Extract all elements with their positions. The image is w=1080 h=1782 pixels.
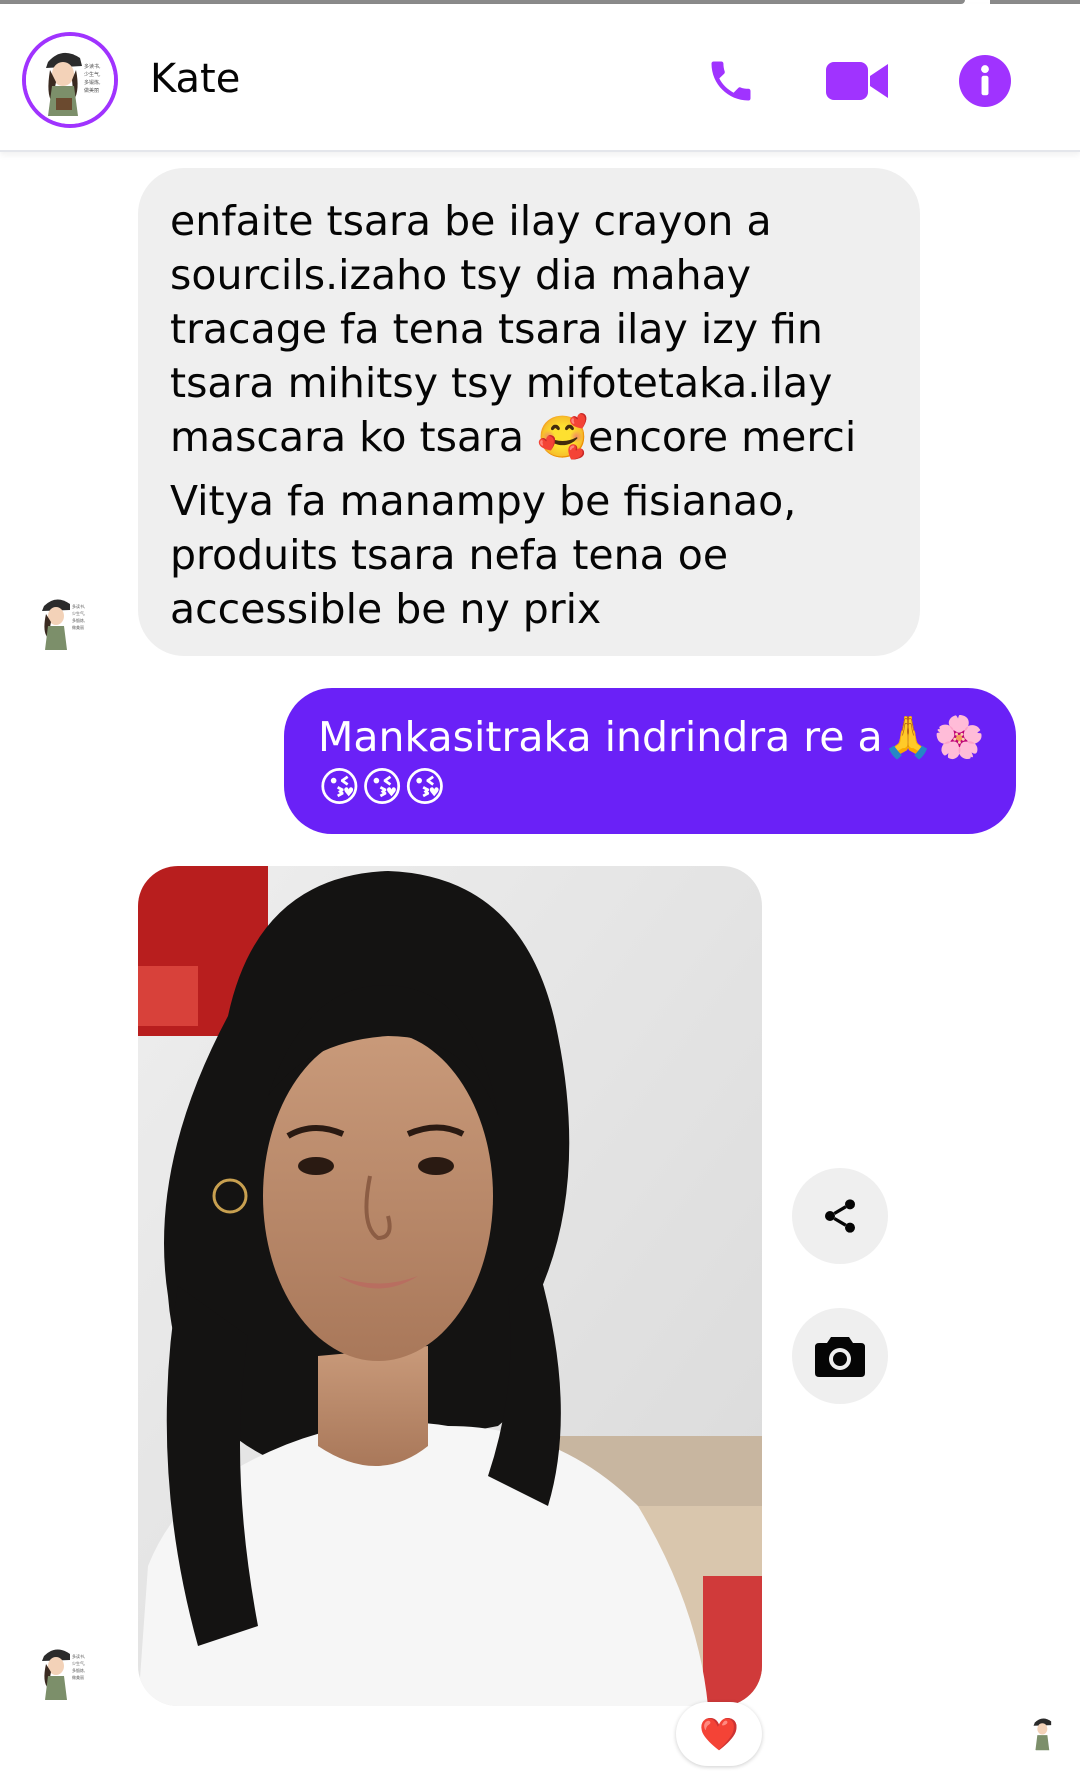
camera-icon: [815, 1337, 865, 1377]
svg-text:少生气,: 少生气,: [72, 1660, 85, 1666]
share-icon: [825, 1199, 855, 1233]
video-call-button[interactable]: [826, 50, 888, 112]
camera-button[interactable]: [792, 1308, 888, 1404]
contact-avatar[interactable]: 多读书, 少生气, 多锻炼, 做美丽: [22, 32, 118, 128]
video-camera-icon: [826, 62, 888, 100]
svg-text:多锻炼,: 多锻炼,: [72, 617, 85, 623]
phone-icon: [711, 61, 751, 101]
svg-text:做美丽: 做美丽: [72, 1674, 84, 1680]
cartoon-girl-avatar-icon: 多读书,少生气,多锻炼,做美丽: [30, 586, 100, 656]
share-button[interactable]: [792, 1168, 888, 1264]
selfie-photo: [138, 866, 762, 1706]
heart-reaction[interactable]: ❤️: [676, 1702, 762, 1766]
outgoing-message-bubble[interactable]: Mankasitraka indrindra re a🙏🌸 😘😘😘: [284, 688, 1016, 834]
svg-text:多读书,: 多读书,: [72, 603, 85, 609]
call-button[interactable]: [700, 50, 762, 112]
conversation-header: 多读书, 少生气, 多锻炼, 做美丽 Kate: [0, 4, 1080, 152]
info-button[interactable]: [954, 50, 1016, 112]
incoming-message-bubble[interactable]: enfaite tsara be ilay crayon a sourcils.…: [138, 168, 920, 656]
svg-text:多读书,: 多读书,: [72, 1653, 85, 1659]
sender-avatar[interactable]: 多读书, 少生气, 多锻炼, 做美丽: [30, 586, 100, 656]
photo-attachment[interactable]: [138, 866, 762, 1706]
message-text: Vitya fa manampy be fisianao, produits t…: [170, 477, 797, 633]
svg-text:多读书,: 多读书,: [84, 63, 101, 70]
seen-indicator-avatar: [1026, 1710, 1070, 1754]
svg-text:做美丽: 做美丽: [84, 87, 99, 94]
cartoon-girl-avatar-icon: 多读书,少生气,多锻炼,做美丽: [30, 1636, 100, 1706]
info-icon: [959, 55, 1011, 107]
svg-text:多锻炼,: 多锻炼,: [84, 79, 101, 86]
message-text: enfaite tsara be ilay crayon a sourcils.…: [170, 197, 857, 461]
cartoon-girl-avatar-icon: [1026, 1710, 1070, 1754]
svg-text:做美丽: 做美丽: [72, 624, 84, 630]
cartoon-girl-avatar-icon: 多读书,少生气,多锻炼,做美丽: [26, 36, 114, 124]
message-emojis: 😘😘😘: [318, 763, 447, 811]
contact-name[interactable]: Kate: [150, 56, 240, 102]
svg-text:少生气,: 少生气,: [72, 610, 85, 616]
svg-text:多锻炼,: 多锻炼,: [72, 1667, 85, 1673]
message-text: Mankasitraka indrindra re a🙏🌸: [318, 713, 985, 761]
svg-text:少生气,: 少生气,: [84, 71, 101, 78]
sender-avatar[interactable]: 多读书, 少生气, 多锻炼, 做美丽: [30, 1636, 100, 1706]
